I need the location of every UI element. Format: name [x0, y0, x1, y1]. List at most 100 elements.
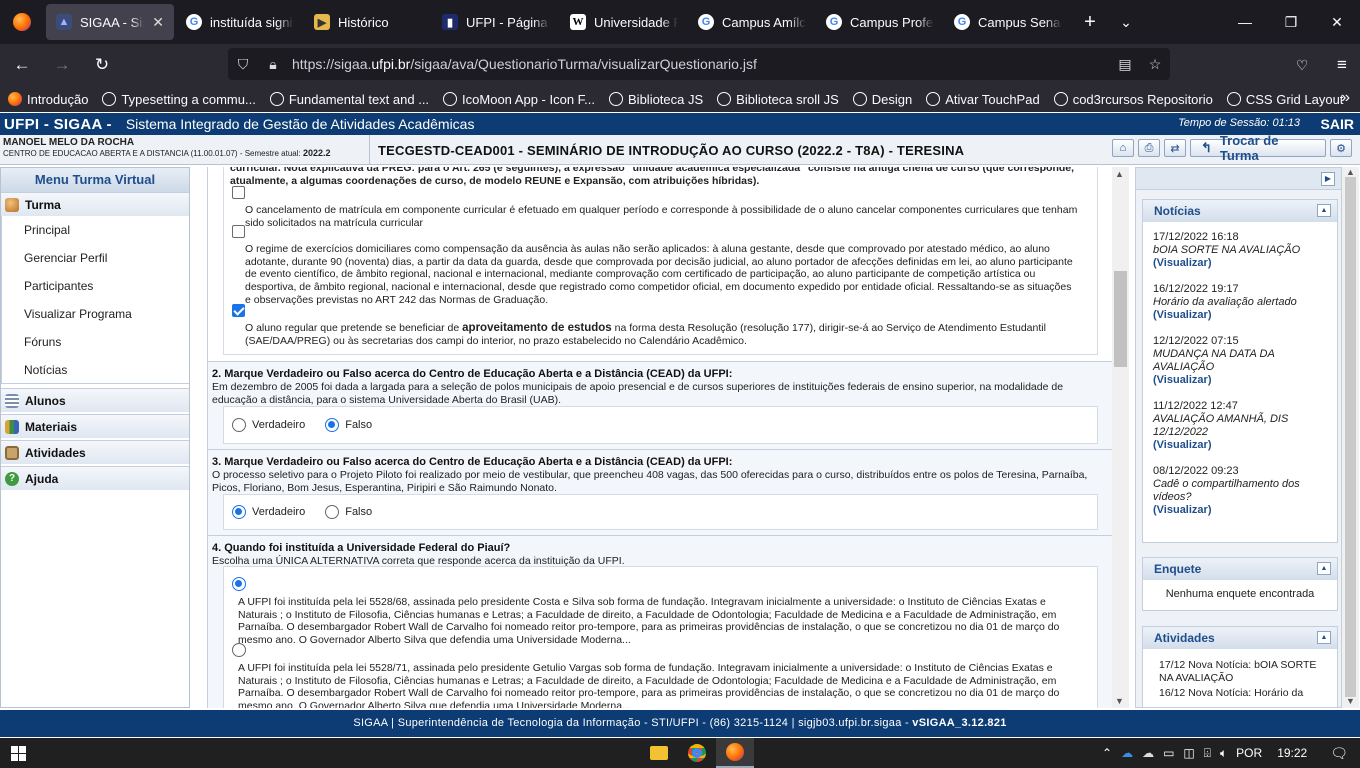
scroll-down-arrow-icon[interactable]: ▼ [1346, 696, 1355, 706]
news-view-link[interactable]: (Visualizar) [1153, 257, 1327, 270]
collapse-panel-icon[interactable]: ▲ [1317, 631, 1331, 644]
news-view-link[interactable]: (Visualizar) [1153, 309, 1327, 322]
collapse-panel-icon[interactable]: ▲ [1317, 204, 1331, 217]
pocket-icon[interactable]: ♡ [1284, 49, 1320, 81]
tab-historico[interactable]: ▶ Histórico [304, 4, 432, 40]
show-hidden-icons-chevron-icon[interactable]: ⌃ [1102, 746, 1112, 760]
onedrive-personal-icon[interactable]: ☁ [1142, 746, 1154, 760]
radio-verdadeiro-selected[interactable] [232, 505, 246, 519]
menu-item-gerenciar-perfil[interactable]: Gerenciar Perfil [2, 244, 189, 272]
scroll-down-arrow-icon[interactable]: ▼ [1115, 696, 1124, 706]
bookmark-star-icon[interactable]: ☆ [1140, 56, 1170, 73]
bookmark-css-grid[interactable]: CSS Grid Layout [1226, 92, 1343, 107]
list-tabs-chevron-icon[interactable]: ⌄ [1108, 4, 1144, 40]
scrollbar-thumb[interactable] [1114, 271, 1127, 367]
radio-verdadeiro[interactable] [232, 418, 246, 432]
maximize-window-icon[interactable]: ❐ [1268, 0, 1314, 44]
address-bar[interactable]: ⛉ 🔒︎ https://sigaa.ufpi.br/sigaa/ava/Que… [228, 48, 1170, 80]
news-view-link[interactable]: (Visualizar) [1153, 439, 1327, 452]
change-class-button[interactable]: ↰ Trocar de Turma [1190, 133, 1326, 163]
menu-item-foruns[interactable]: Fóruns [2, 328, 189, 356]
radio-falso-selected[interactable] [325, 418, 340, 432]
collapse-sidebar-icon[interactable]: ▶ [1321, 172, 1335, 186]
bookmark-introducao[interactable]: Introdução [8, 92, 88, 107]
menu-item-visualizar-programa[interactable]: Visualizar Programa [2, 300, 189, 328]
tab-wikipedia[interactable]: W Universidade Fed [560, 4, 688, 40]
volume-icon[interactable]: 🔈︎ [1220, 746, 1227, 761]
clock[interactable]: 19:22 [1277, 746, 1307, 760]
chrome-icon[interactable] [678, 738, 716, 768]
home-icon[interactable]: ⌂ [1112, 139, 1134, 157]
network-ethernet-icon[interactable]: ⌹ [1204, 746, 1211, 761]
reload-icon[interactable]: ↻ [84, 49, 120, 81]
radio-option-1-selected[interactable] [232, 577, 246, 591]
bookmark-typesetting[interactable]: Typesetting a commu... [102, 92, 256, 107]
windows-start-icon[interactable] [0, 738, 36, 768]
close-tab-icon[interactable]: ✕ [152, 14, 164, 31]
logout-link[interactable]: SAIR [1321, 116, 1354, 132]
option-checkbox[interactable] [232, 225, 245, 238]
activity-item[interactable]: 16/12 Nova Notícia: Horário da [1159, 687, 1327, 700]
scroll-up-arrow-icon[interactable]: ▲ [1115, 169, 1124, 179]
tab-ufpi[interactable]: ▮ UFPI - Página inic [432, 4, 560, 40]
option-checkbox-checked[interactable] [232, 304, 245, 317]
multiple-choice-answer: A UFPI foi instituída pela lei 5528/68, … [223, 566, 1098, 708]
option-2: A UFPI foi instituída pela lei 5528/71, … [232, 643, 1080, 708]
news-view-link[interactable]: (Visualizar) [1153, 504, 1327, 517]
menu-section-materiais[interactable]: Materiais [1, 414, 189, 438]
new-tab-button[interactable]: + [1072, 4, 1108, 40]
collapse-panel-icon[interactable]: ▲ [1317, 562, 1331, 575]
reader-view-icon[interactable]: ▤ [1110, 56, 1140, 73]
bookmark-biblioteca-js[interactable]: Biblioteca JS [609, 92, 703, 107]
shield-icon[interactable]: ⛉ [228, 56, 258, 73]
tab-sigaa[interactable]: ▲ SIGAA - Sistem ✕ [46, 4, 174, 40]
menu-item-participantes[interactable]: Participantes [2, 272, 189, 300]
menu-item-principal[interactable]: Principal [2, 216, 189, 244]
bookmark-biblioteca-scroll[interactable]: Biblioteca sroll JS [717, 92, 839, 107]
meet-now-icon[interactable]: ◫ [1183, 746, 1194, 760]
firefox-taskbar-icon[interactable] [716, 738, 754, 768]
menu-section-ajuda[interactable]: ? Ajuda [1, 466, 189, 490]
menu-section-turma[interactable]: Turma [1, 192, 189, 216]
radio-option-2[interactable] [232, 643, 246, 657]
network-icon[interactable]: ▭ [1163, 746, 1174, 760]
hamburger-menu-icon[interactable]: ≡ [1324, 49, 1360, 81]
back-arrow-icon[interactable]: ← [4, 49, 40, 81]
firefox-menu-icon[interactable] [0, 0, 44, 44]
tab-google-1[interactable]: G instituída signific [176, 4, 304, 40]
page-scrollbar[interactable]: ▲ ▼ [1342, 167, 1359, 708]
more-bookmarks-chevron-icon[interactable]: » [1341, 89, 1350, 107]
user-name: MANOEL MELO DA ROCHA [3, 137, 135, 148]
scrollbar-thumb[interactable] [1345, 177, 1356, 697]
forward-arrow-icon[interactable]: → [44, 49, 80, 81]
bookmark-cod3r[interactable]: cod3rcursos Repositorio [1053, 92, 1213, 107]
tab-google-2[interactable]: G Campus Amílcar [688, 4, 816, 40]
scroll-up-arrow-icon[interactable]: ▲ [1346, 167, 1355, 177]
radio-falso[interactable] [325, 505, 340, 519]
file-explorer-icon[interactable] [640, 738, 678, 768]
bookmark-icomoon[interactable]: IcoMoon App - Icon F... [443, 92, 595, 107]
close-window-icon[interactable]: ✕ [1314, 0, 1360, 44]
minimize-window-icon[interactable]: — [1222, 0, 1268, 44]
bookmark-touchpad[interactable]: Ativar TouchPad [926, 92, 1040, 107]
input-language[interactable]: POR [1236, 746, 1262, 760]
menu-item-noticias[interactable]: Notícias [2, 356, 189, 384]
tab-title: Campus Amílcar [722, 14, 806, 30]
menu-section-atividades[interactable]: Atividades [1, 440, 189, 464]
settings-gear-icon[interactable]: ⚙ [1330, 139, 1352, 157]
menu-section-alunos[interactable]: Alunos [1, 388, 189, 412]
news-view-link[interactable]: (Visualizar) [1153, 374, 1327, 387]
content-scrollbar[interactable]: ▲ ▼ [1112, 167, 1129, 708]
print-icon[interactable]: ⎙ [1138, 139, 1160, 157]
bookmark-fundamental[interactable]: Fundamental text and ... [269, 92, 429, 107]
notifications-icon[interactable]: 🗨︎ [1330, 745, 1348, 762]
option-checkbox[interactable] [232, 186, 245, 199]
activity-item[interactable]: 17/12 Nova Notícia: bOIA SORTE NA AVALIA… [1159, 659, 1327, 685]
onedrive-icon[interactable]: ☁ [1121, 746, 1133, 760]
lock-icon[interactable]: 🔒︎ [258, 56, 288, 73]
tab-google-3[interactable]: G Campus Professo [816, 4, 944, 40]
tab-google-4[interactable]: G Campus Senador [944, 4, 1072, 40]
bookmark-design[interactable]: Design [852, 92, 912, 107]
url-text[interactable]: https://sigaa.ufpi.br/sigaa/ava/Question… [288, 56, 1110, 72]
switch-icon[interactable]: ⇄ [1164, 139, 1186, 157]
